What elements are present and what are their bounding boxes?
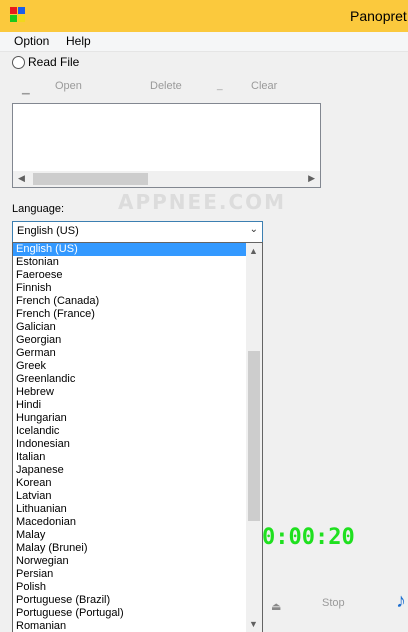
- language-option[interactable]: Lithuanian: [13, 503, 246, 516]
- menu-bar: Option Help: [0, 32, 408, 52]
- language-option[interactable]: Icelandic: [13, 425, 246, 438]
- file-list-hscrollbar[interactable]: ◀ ▶: [13, 171, 320, 187]
- language-select[interactable]: English (US) ⌄: [12, 221, 263, 243]
- language-option[interactable]: Latvian: [13, 490, 246, 503]
- language-option[interactable]: Greek: [13, 360, 246, 373]
- title-bar: Panopret: [0, 0, 408, 32]
- clear-button[interactable]: Clear: [251, 80, 277, 92]
- delete-button[interactable]: Delete: [150, 80, 182, 92]
- language-option[interactable]: English (US): [13, 243, 246, 256]
- open-icon: ▁: [22, 84, 30, 95]
- language-option[interactable]: Hungarian: [13, 412, 246, 425]
- language-option[interactable]: Hebrew: [13, 386, 246, 399]
- language-option[interactable]: Portuguese (Portugal): [13, 607, 246, 620]
- language-option[interactable]: Greenlandic: [13, 373, 246, 386]
- file-list[interactable]: ◀ ▶: [12, 103, 321, 188]
- language-option[interactable]: Japanese: [13, 464, 246, 477]
- language-option[interactable]: French (France): [13, 308, 246, 321]
- language-option[interactable]: Finnish: [13, 282, 246, 295]
- scroll-up-icon[interactable]: ▲: [249, 246, 258, 256]
- hscroll-thumb[interactable]: [33, 173, 148, 185]
- window-title: Panopret: [350, 8, 407, 24]
- language-label: Language:: [12, 203, 64, 215]
- language-option[interactable]: German: [13, 347, 246, 360]
- chevron-down-icon[interactable]: ⌄: [250, 224, 258, 235]
- stop-button[interactable]: Stop: [322, 597, 345, 609]
- language-option[interactable]: French (Canada): [13, 295, 246, 308]
- language-option[interactable]: Portuguese (Brazil): [13, 594, 246, 607]
- language-option[interactable]: Persian: [13, 568, 246, 581]
- scroll-down-icon[interactable]: ▼: [249, 619, 258, 629]
- menu-option[interactable]: Option: [14, 34, 49, 48]
- scroll-right-icon[interactable]: ▶: [308, 173, 315, 184]
- language-option[interactable]: Italian: [13, 451, 246, 464]
- watermark: APPNEE.COM: [118, 190, 287, 214]
- language-options: English (US) Estonian Faeroese Finnish Frenc…: [13, 243, 246, 632]
- elapsed-timer: 0:00:20: [262, 525, 355, 550]
- language-option[interactable]: Estonian: [13, 256, 246, 269]
- clear-icon: _: [217, 80, 223, 91]
- app-logo-icon: [10, 7, 26, 23]
- language-option[interactable]: Indonesian: [13, 438, 246, 451]
- read-file-label: Read File: [28, 55, 80, 69]
- language-dropdown[interactable]: English (US) Estonian Faeroese Finnish Frenc…: [12, 242, 263, 632]
- language-option[interactable]: Norwegian: [13, 555, 246, 568]
- open-button[interactable]: Open: [55, 80, 82, 92]
- dropdown-vscrollbar[interactable]: ▲ ▼: [246, 243, 262, 632]
- language-option[interactable]: Korean: [13, 477, 246, 490]
- eject-icon: ⏏: [271, 601, 282, 613]
- menu-help[interactable]: Help: [66, 34, 91, 48]
- vscroll-thumb[interactable]: [248, 351, 260, 521]
- music-note-icon[interactable]: ♪: [396, 590, 406, 613]
- language-option[interactable]: Malay (Brunei): [13, 542, 246, 555]
- language-option[interactable]: Romanian: [13, 620, 246, 632]
- language-option[interactable]: Galician: [13, 321, 246, 334]
- language-option[interactable]: Macedonian: [13, 516, 246, 529]
- language-option[interactable]: Hindi: [13, 399, 246, 412]
- language-selected-value: English (US): [17, 225, 79, 237]
- read-file-radio[interactable]: [12, 56, 25, 69]
- language-option[interactable]: Faeroese: [13, 269, 246, 282]
- language-option[interactable]: Georgian: [13, 334, 246, 347]
- language-option[interactable]: Malay: [13, 529, 246, 542]
- language-option[interactable]: Polish: [13, 581, 246, 594]
- scroll-left-icon[interactable]: ◀: [18, 173, 25, 184]
